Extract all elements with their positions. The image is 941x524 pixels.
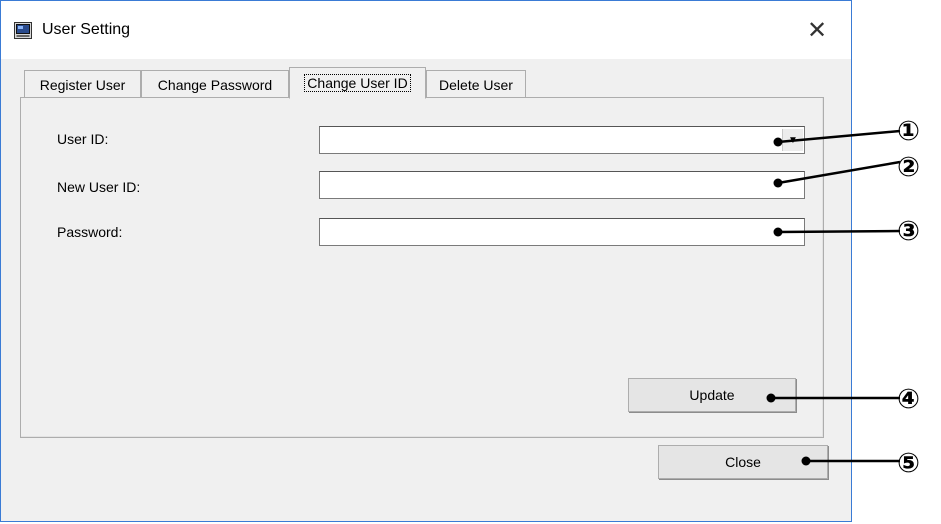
callout-dot	[773, 178, 783, 188]
callout-overlay: ① ② ③ ④ ⑤	[766, 116, 920, 479]
callout-3: ③	[897, 216, 920, 247]
callout-2: ②	[897, 152, 920, 183]
tab-change-user-id[interactable]: Change User ID	[289, 67, 426, 99]
callout-dot	[766, 393, 776, 403]
callout-dot	[801, 456, 811, 466]
callout-4: ④	[897, 384, 920, 415]
callout-5: ⑤	[897, 448, 920, 479]
callout-dot	[773, 227, 783, 237]
callout-dot	[773, 137, 783, 147]
tab-label: Change User ID	[304, 74, 411, 92]
callout-1: ①	[897, 116, 920, 147]
